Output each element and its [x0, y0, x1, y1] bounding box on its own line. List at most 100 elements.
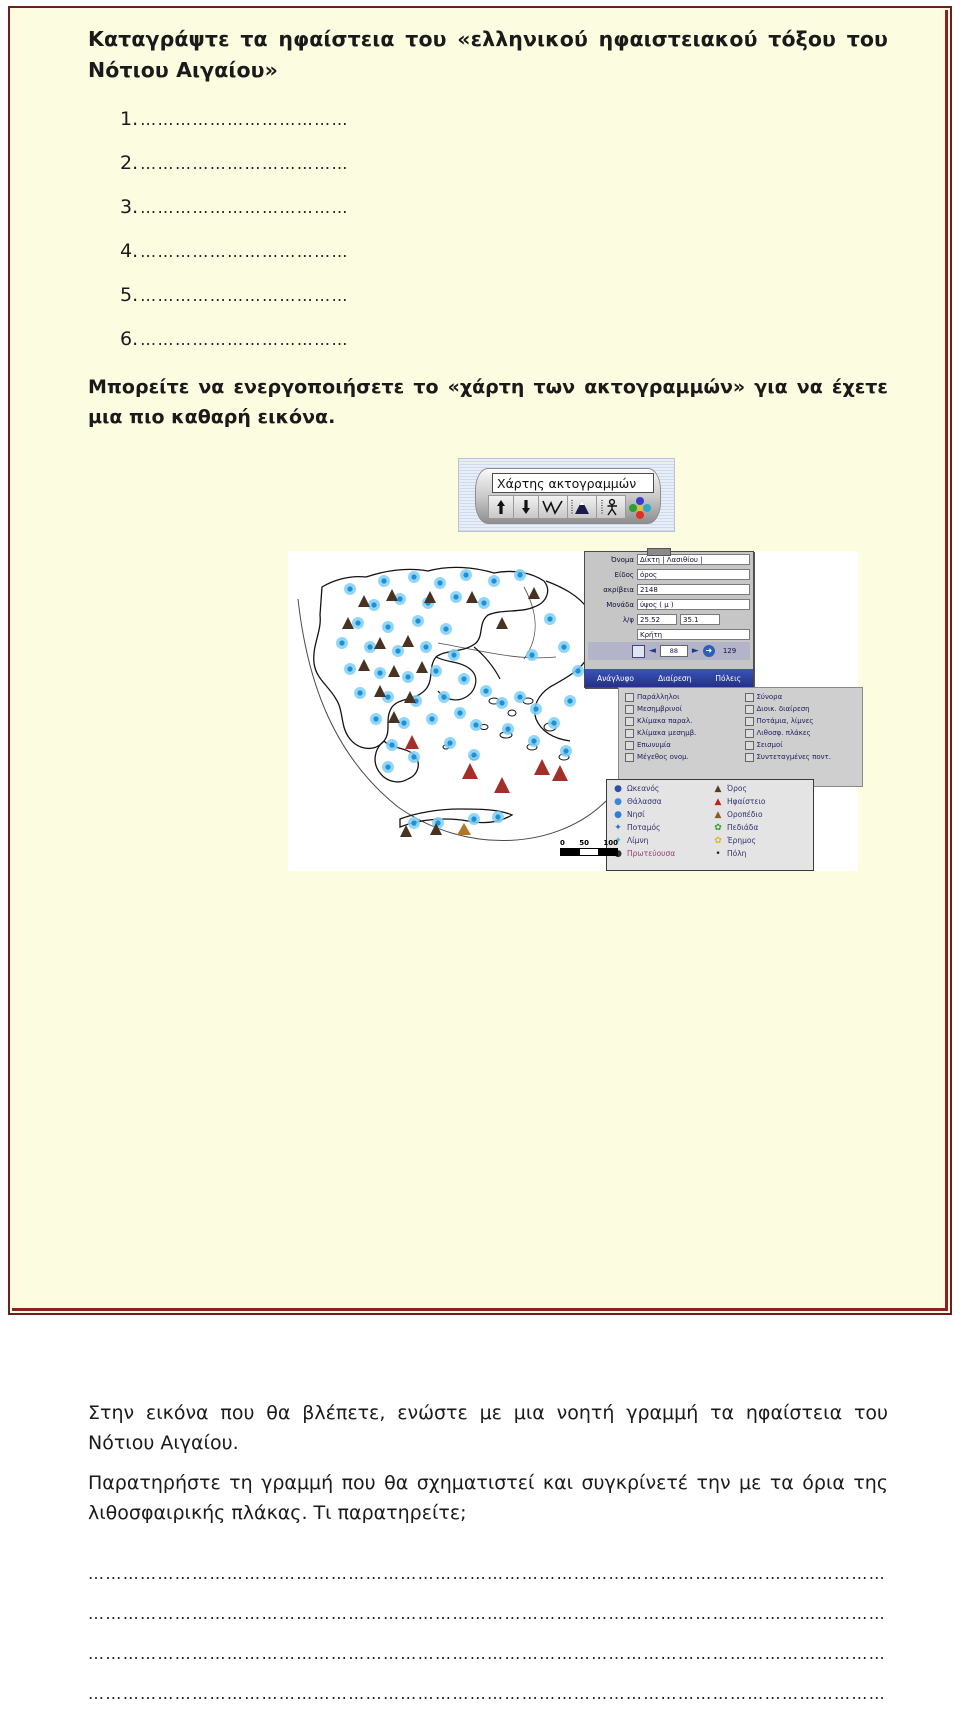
list-item[interactable]: 1. ……………………………… — [88, 108, 888, 131]
checkbox-icon[interactable] — [625, 716, 634, 726]
volcano-icon: ▲ — [714, 796, 722, 807]
checkbox-icon[interactable] — [744, 704, 754, 714]
region-value[interactable]: Κρήτη — [637, 629, 750, 640]
goto-record-icon[interactable]: ➜ — [702, 645, 715, 657]
answer-blank: ……………………………… — [140, 242, 349, 261]
layer-label: Ποτάμια, λίμνες — [756, 717, 814, 725]
property-label: λ/φ — [622, 615, 634, 624]
checkbox-icon[interactable] — [744, 692, 754, 702]
answer-line: …………………………………………………………………………………………………………… — [88, 1644, 888, 1663]
feature-properties-dialog[interactable]: Όνομα Δίκτη | Λασιθίου | Είδος όρος ακρί… — [584, 548, 754, 688]
toolbar-button-row — [488, 495, 651, 519]
answer-blank: ……………………………… — [140, 330, 349, 349]
legend-item-city: • Πόλη — [712, 848, 810, 860]
property-row: Μονάδα ύψος ( μ ) — [585, 597, 753, 612]
legend-item-mountain: ▲ Όρος — [712, 783, 810, 795]
checkbox-icon[interactable] — [625, 728, 634, 738]
layer-checkbox-admin-division[interactable]: Διοικ. διαίρεση — [744, 704, 861, 714]
layer-label: Σύνορα — [756, 693, 783, 701]
layer-label: Συντεταγμένες ποντ. — [756, 753, 831, 761]
toolbar-body: Χάρτης ακτογραμμών — [475, 468, 661, 524]
latitude-value[interactable]: 35.1 — [680, 614, 720, 625]
arrow-up-icon[interactable] — [488, 495, 514, 519]
layer-checkbox-pointer-coordinates[interactable]: Συντεταγμένες ποντ. — [744, 752, 861, 762]
legend-label: Έρημος — [727, 836, 756, 845]
document-page: Καταγράψτε τα ηφαίστεια του «ελληνικού η… — [0, 0, 960, 1703]
legend-item-island: ● Νησί — [612, 809, 710, 821]
division-button[interactable]: Διαίρεση — [658, 674, 691, 683]
person-icon[interactable] — [596, 495, 626, 519]
list-item-number: 2. — [120, 152, 139, 174]
answer-blank: ……………………………… — [140, 198, 349, 217]
instruction-activate-coastline-map: Μπορείτε να ενεργοποιήσετε το «χάρτη των… — [88, 376, 888, 428]
legend-item-desert: ✿ Έρημος — [712, 835, 810, 847]
layer-checkbox-lithospheric-plates[interactable]: Λιθοσφ. πλάκες — [744, 728, 861, 738]
layer-checkbox-earthquakes[interactable]: Σεισμοί — [744, 740, 861, 750]
page-content-area: Καταγράψτε τα ηφαίστεια του «ελληνικού η… — [10, 8, 950, 1703]
legend-item-plateau: ▲ Οροπέδιο — [712, 809, 810, 821]
map-layers-panel[interactable]: Παράλληλοι Σύνορα Μεσημβρινοί Διοικ. δια… — [618, 687, 863, 787]
color-palette-icon[interactable] — [625, 495, 651, 519]
checkbox-icon[interactable] — [744, 740, 754, 750]
layer-checkbox-naming[interactable]: Επωνυμία — [625, 740, 741, 750]
dialog-grip[interactable] — [647, 548, 671, 556]
scale-tick-labels: 0 50 100 — [560, 839, 618, 847]
free-answer-area[interactable]: …………………………………………………………………………………………………………… — [88, 1554, 888, 1714]
layer-checkbox-rivers-lakes[interactable]: Ποτάμια, λίμνες — [744, 716, 861, 726]
legend-label: Ηφαίστειο — [727, 797, 766, 806]
arrow-down-icon[interactable] — [513, 495, 539, 519]
layer-label: Λιθοσφ. πλάκες — [756, 729, 811, 737]
save-record-icon[interactable] — [632, 644, 645, 658]
checkbox-icon[interactable] — [744, 728, 754, 738]
property-label: Όνομα — [611, 555, 634, 564]
checkbox-icon[interactable] — [625, 704, 634, 714]
desert-icon: ✿ — [714, 835, 722, 846]
list-item[interactable]: 3. ……………………………… — [88, 196, 888, 219]
list-item[interactable]: 4. ……………………………… — [88, 240, 888, 263]
layer-label: Μέγεθος ονομ. — [637, 753, 689, 761]
greece-map-canvas[interactable] — [288, 551, 628, 871]
scale-bar-graphic — [560, 848, 618, 856]
answer-line: …………………………………………………………………………………………………………… — [88, 1564, 888, 1583]
next-record-icon[interactable]: ► — [692, 646, 699, 656]
mountain-icon[interactable] — [567, 495, 597, 519]
legend-item-river: ✦ Ποταμός — [612, 822, 710, 834]
layer-label: Παράλληλοι — [637, 693, 680, 701]
list-item-number: 5. — [120, 284, 139, 306]
layer-checkbox-parallels[interactable]: Παράλληλοι — [625, 692, 741, 702]
river-icon: ✦ — [614, 822, 622, 833]
legend-label: Ωκεανός — [627, 784, 660, 793]
checkbox-icon[interactable] — [744, 716, 754, 726]
coastline-icon[interactable] — [538, 495, 568, 519]
list-item[interactable]: 5. ……………………………… — [88, 284, 888, 307]
layer-checkbox-parallel-scale[interactable]: Κλίμακα παραλ. — [625, 716, 741, 726]
previous-record-icon[interactable]: ◄ — [649, 646, 656, 656]
cities-button[interactable]: Πόλεις — [715, 674, 741, 683]
layer-checkbox-meridians[interactable]: Μεσημβρινοί — [625, 704, 741, 714]
layer-checkbox-meridian-scale[interactable]: Κλίμακα μεσημβ. — [625, 728, 741, 738]
list-item[interactable]: 2. ……………………………… — [88, 152, 888, 175]
checkbox-icon[interactable] — [625, 692, 634, 702]
checkbox-icon[interactable] — [625, 740, 634, 750]
property-value[interactable]: ύψος ( μ ) — [637, 599, 750, 610]
ocean-icon: ● — [614, 783, 622, 794]
checkbox-icon[interactable] — [744, 752, 754, 762]
list-item[interactable]: 6. ……………………………… — [88, 328, 888, 351]
property-label: Είδος — [614, 570, 634, 579]
layer-checkbox-label-size[interactable]: Μέγεθος ονομ. — [625, 752, 741, 762]
scale-tick-50: 50 — [579, 839, 589, 847]
property-value[interactable]: όρος — [637, 569, 750, 580]
record-index-input[interactable]: 88 — [659, 645, 688, 657]
list-item-number: 3. — [120, 196, 139, 218]
legend-label: Θάλασσα — [627, 797, 662, 806]
legend-label: Πόλη — [727, 849, 747, 858]
answer-blank: ……………………………… — [140, 154, 349, 173]
checkbox-icon[interactable] — [625, 752, 634, 762]
relief-button[interactable]: Ανάγλυφο — [597, 674, 634, 683]
layer-checkbox-borders[interactable]: Σύνορα — [744, 692, 861, 702]
map-toolbar-widget: Χάρτης ακτογραμμών — [458, 458, 675, 532]
property-label: Μονάδα — [606, 600, 634, 609]
legend-label: Οροπέδιο — [727, 810, 763, 819]
longitude-value[interactable]: 25.52 — [637, 614, 677, 625]
property-value[interactable]: 2148 — [637, 584, 750, 595]
